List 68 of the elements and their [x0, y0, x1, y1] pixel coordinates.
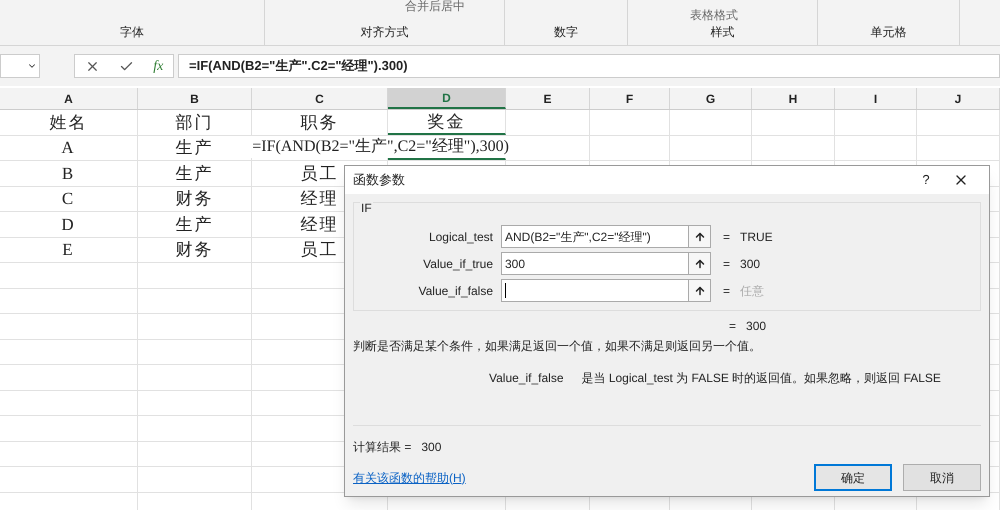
dialog-button[interactable]: 取消	[903, 464, 981, 491]
merge-center-button[interactable]: 合并后居中	[405, 0, 465, 15]
column-header[interactable]: F	[590, 88, 670, 109]
table-cell-text: A	[61, 137, 76, 159]
collapse-button[interactable]	[689, 252, 711, 275]
function-description: 判断是否满足某个条件，如果满足返回一个值，如果不满足则返回另一个值。	[353, 338, 762, 355]
equals-sign: =	[723, 256, 730, 272]
table-cell-text: C	[62, 188, 76, 210]
table-cell-text: 姓名	[50, 112, 88, 134]
argument-field[interactable]: AND(B2="生产",C2="经理")	[501, 225, 689, 248]
table-cell-text: 员工	[300, 239, 338, 261]
collapse-button[interactable]	[689, 225, 711, 248]
ribbon-group-label: 对齐方式	[360, 24, 408, 41]
help-button[interactable]: ?	[911, 170, 941, 190]
table-cell-text: 员工	[300, 162, 338, 184]
collapse-button[interactable]	[689, 279, 711, 302]
cell-editor[interactable]: =IF(AND(B2="生产",C2="经理"),300)	[250, 136, 509, 158]
text-cursor	[505, 283, 506, 298]
formula-field[interactable]: =IF(AND(B2="生产".C2="经理").300)	[178, 54, 1000, 78]
equals-sign: =	[723, 282, 730, 300]
argument-result: TRUE	[740, 228, 773, 246]
format-as-table-button[interactable]: 表格格式	[690, 6, 738, 24]
column-header[interactable]: J	[917, 88, 1000, 109]
column-header[interactable]: D	[388, 88, 506, 109]
arrow-up-icon	[694, 284, 706, 296]
table-cell-text: 生产	[176, 137, 214, 159]
argument-label: Value_if_true	[422, 256, 494, 272]
insert-function-icon[interactable]: fx	[153, 56, 164, 76]
column-header[interactable]: B	[138, 88, 252, 109]
column-header[interactable]: A	[0, 88, 138, 109]
table-cell-text: 奖金	[428, 110, 466, 132]
result-label: 计算结果 =	[353, 439, 412, 456]
argument-label: Logical_test	[428, 228, 494, 246]
table-cell-text: 财务	[176, 188, 214, 210]
ribbon-group-label: 单元格	[870, 24, 906, 41]
total-result: 300	[746, 318, 766, 335]
table-cell-text: 经理	[300, 188, 338, 210]
dialog-title: 函数参数	[353, 171, 406, 190]
argument-field[interactable]: 300	[501, 252, 689, 275]
help-link[interactable]: 有关该函数的帮助(H)	[353, 468, 803, 486]
ribbon-group-label: 字体	[120, 24, 144, 41]
table-cell-text: 生产	[176, 214, 214, 236]
argument-field[interactable]	[501, 279, 689, 302]
arrow-up-icon	[694, 230, 706, 242]
table-cell-text: 职务	[300, 112, 338, 134]
arrow-up-icon	[694, 258, 706, 270]
column-header[interactable]: E	[506, 88, 590, 109]
column-header[interactable]: H	[752, 88, 835, 109]
argument-result: 任意	[740, 282, 764, 300]
column-header[interactable]: I	[835, 88, 917, 109]
argument-name: Value_if_false	[489, 370, 564, 387]
equals-sign: =	[723, 228, 730, 246]
table-cell-text: 财务	[176, 239, 214, 261]
equals-sign: =	[729, 318, 736, 335]
ribbon-group-label: 样式	[710, 24, 734, 41]
column-header[interactable]: G	[670, 88, 752, 109]
argument-description: 是当 Logical_test 为 FALSE 时的返回值。如果忽略，则返回 FALSE	[582, 370, 941, 387]
result-value: 300	[421, 439, 442, 456]
argument-result: 300	[740, 256, 760, 272]
table-cell-text: E	[62, 239, 75, 261]
ribbon-group-label: 数字	[554, 24, 578, 41]
argument-label: Value_if_false	[418, 282, 494, 300]
dialog-button[interactable]: 确定	[814, 464, 892, 491]
table-cell-text: 经理	[300, 214, 338, 236]
table-cell-text: B	[62, 162, 76, 184]
table-cell-text: 生产	[176, 162, 214, 184]
table-cell-text: D	[61, 214, 76, 236]
table-cell-text: 部门	[176, 112, 214, 134]
